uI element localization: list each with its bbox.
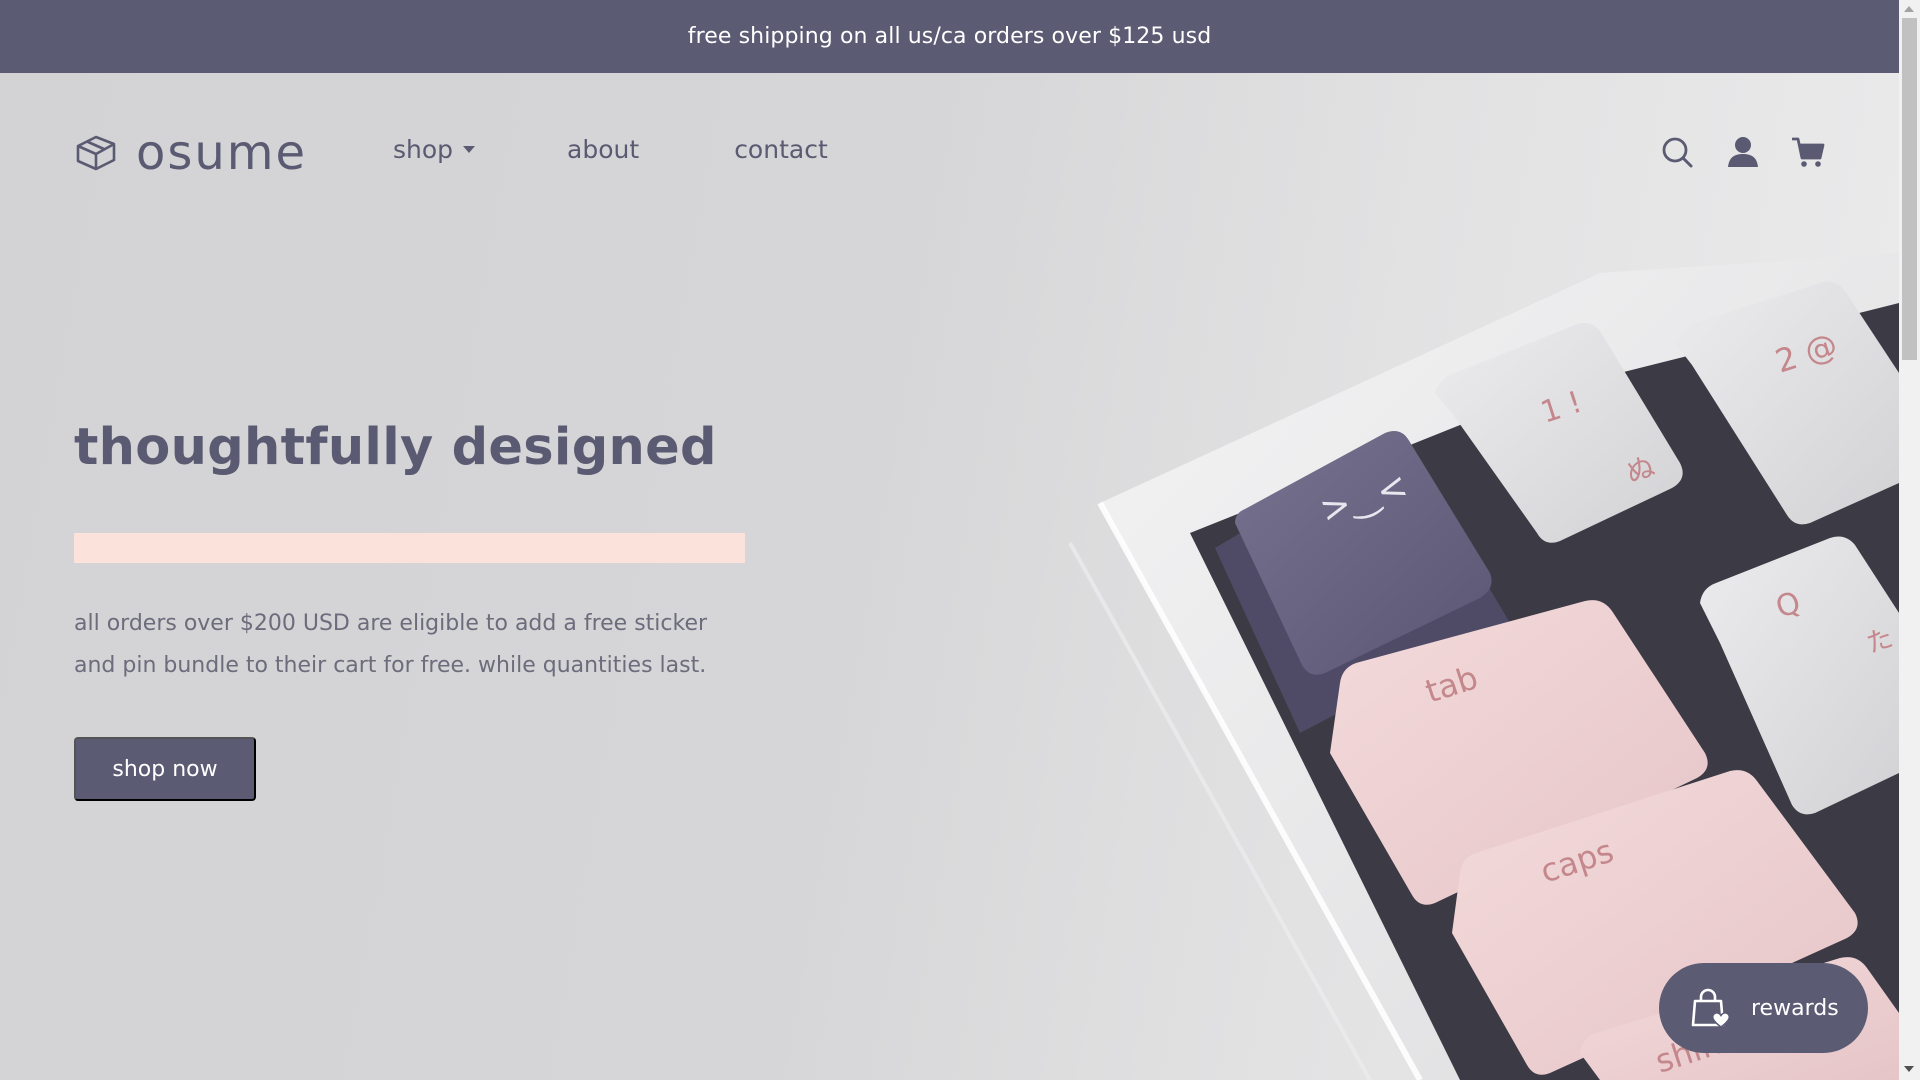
search-icon[interactable] xyxy=(1660,135,1694,169)
shop-now-button[interactable]: shop now xyxy=(74,737,256,801)
scroll-up-arrow-icon[interactable] xyxy=(1904,6,1914,12)
nav-contact[interactable]: contact xyxy=(734,135,828,164)
scrollbar-thumb[interactable] xyxy=(1902,18,1917,360)
shopping-bag-heart-icon xyxy=(1691,988,1731,1028)
announcement-bar: free shipping on all us/ca orders over $… xyxy=(0,0,1899,73)
hero-accent-bar xyxy=(74,533,745,563)
keyboard-hero-image: >‿< 1 ! ぬ 2 @ Q た tab caps shift xyxy=(1068,253,1899,1080)
nav-shop-label: shop xyxy=(393,135,454,164)
vertical-scrollbar[interactable] xyxy=(1899,0,1920,1080)
scroll-down-arrow-icon[interactable] xyxy=(1904,1066,1914,1072)
main-nav: shop about contact xyxy=(393,135,828,164)
nav-about[interactable]: about xyxy=(567,135,639,164)
header-actions xyxy=(1660,135,1826,169)
nav-contact-label: contact xyxy=(734,135,828,164)
logo-text: osume xyxy=(136,125,308,181)
box-logo-icon xyxy=(76,135,116,171)
account-icon[interactable] xyxy=(1726,135,1760,169)
nav-about-label: about xyxy=(567,135,640,164)
announcement-text: free shipping on all us/ca orders over $… xyxy=(687,24,1212,49)
page: osume shop about contact thoughtfully de… xyxy=(0,73,1899,1080)
caret-down-icon xyxy=(463,146,476,153)
hero-title: thoughtfully designed xyxy=(74,418,717,477)
rewards-launcher[interactable]: rewards xyxy=(1659,963,1868,1053)
nav-shop[interactable]: shop xyxy=(393,135,476,164)
cart-icon[interactable] xyxy=(1792,135,1826,169)
logo[interactable]: osume xyxy=(74,125,307,181)
site-header: osume shop about contact xyxy=(0,73,1899,233)
rewards-label: rewards xyxy=(1751,995,1839,1021)
hero-description: all orders over $200 USD are eligible to… xyxy=(74,611,708,678)
